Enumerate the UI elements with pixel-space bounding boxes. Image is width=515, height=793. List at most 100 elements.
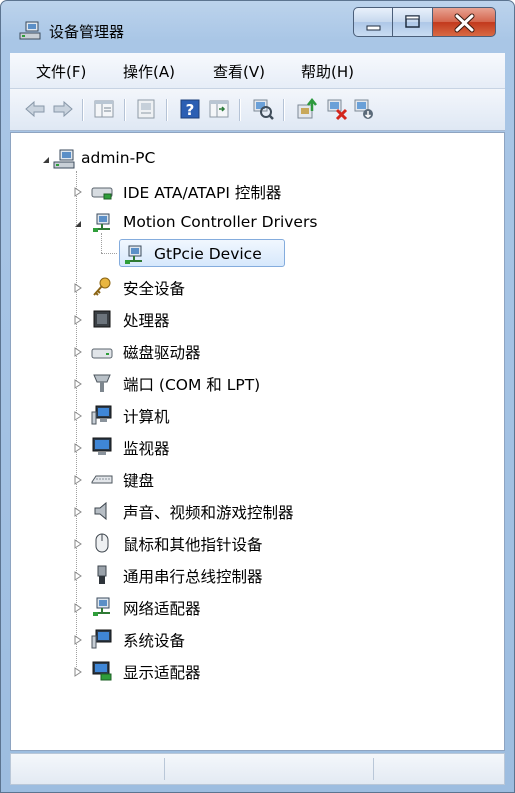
tree-item-sound-video-game[interactable]: 声音、视频和游戏控制器 (11, 499, 491, 523)
tree-root-admin-pc[interactable]: admin-PC (11, 147, 491, 171)
tree-item-mice[interactable]: 鼠标和其他指针设备 (11, 531, 491, 555)
tree-item-label: 网络适配器 (123, 600, 201, 618)
tree-item-label: Motion Controller Drivers (123, 213, 318, 231)
toolbar: ? (10, 89, 505, 131)
expand-arrow-icon[interactable] (73, 187, 83, 197)
expand-arrow-icon[interactable] (73, 283, 83, 293)
tree-item-label: 通用串行总线控制器 (123, 568, 263, 586)
show-hide-tree-icon[interactable] (92, 97, 116, 121)
menu-help[interactable]: 帮助(H) (301, 61, 354, 82)
tree-item-motion-controller-drivers[interactable]: Motion Controller Drivers (11, 211, 491, 235)
uninstall-icon[interactable] (325, 97, 349, 121)
tree-item-display-adapters[interactable]: 显示适配器 (11, 659, 491, 683)
expand-arrow-icon[interactable] (73, 635, 83, 645)
device-tree[interactable]: admin-PC IDE ATA/ATAPI 控制器 Motion Contro… (10, 132, 505, 751)
display-adapter-icon (92, 661, 112, 681)
back-arrow-icon[interactable] (23, 97, 47, 121)
tree-item-label: 处理器 (123, 312, 170, 330)
status-bar-pane (164, 758, 372, 780)
network-device-icon (125, 245, 142, 264)
tree-item-ports[interactable]: 端口 (COM 和 LPT) (11, 371, 491, 395)
minimize-button[interactable] (353, 7, 393, 37)
tree-item-ide-ata[interactable]: IDE ATA/ATAPI 控制器 (11, 179, 491, 203)
expand-arrow-icon[interactable] (73, 347, 83, 357)
close-icon (454, 13, 475, 33)
tree-item-label: 计算机 (123, 408, 170, 426)
device-manager-window: 设备管理器 文件(F) 操作(A) 查看(V) 帮助(H) ? admin-PC… (0, 0, 515, 793)
scan-hardware-icon[interactable] (251, 97, 275, 121)
toolbar-separator (239, 99, 240, 121)
expand-arrow-icon[interactable] (73, 443, 83, 453)
tree-item-network-adapters[interactable]: 网络适配器 (11, 595, 491, 619)
speaker-icon (94, 501, 107, 521)
tree-item-security-devices[interactable]: 安全设备 (11, 275, 491, 299)
tree-item-label: 监视器 (123, 440, 170, 458)
device-manager-app-icon (19, 21, 41, 40)
expand-arrow-icon[interactable] (73, 315, 83, 325)
status-bar-pane (373, 758, 503, 780)
tree-item-processors[interactable]: 处理器 (11, 307, 491, 331)
minimize-icon (366, 25, 381, 31)
usb-icon (97, 565, 107, 584)
system-device-icon (91, 629, 112, 649)
svg-text:?: ? (186, 101, 195, 119)
toolbar-separator (82, 99, 83, 121)
status-bar (10, 753, 505, 785)
expand-arrow-icon[interactable] (73, 379, 83, 389)
expand-arrow-icon[interactable] (73, 667, 83, 677)
expand-arrow-icon[interactable] (73, 603, 83, 613)
tree-item-label: 声音、视频和游戏控制器 (123, 504, 294, 522)
tree-item-gtpcie-device[interactable]: GtPcie Device (11, 243, 491, 267)
maximize-button[interactable] (393, 7, 433, 37)
computer-monitor-icon (91, 405, 112, 425)
toolbar-separator (124, 99, 125, 121)
keyboard-icon (91, 475, 113, 484)
expand-arrow-icon[interactable] (73, 411, 83, 421)
toolbar-separator (283, 99, 284, 121)
window-title: 设备管理器 (49, 23, 125, 41)
computer-icon (53, 149, 75, 169)
expand-arrow-icon[interactable] (73, 539, 83, 549)
tree-item-disk-drives[interactable]: 磁盘驱动器 (11, 339, 491, 363)
disk-drive-icon (91, 348, 113, 359)
tree-item-label: 键盘 (123, 472, 155, 490)
tree-item-usb-controllers[interactable]: 通用串行总线控制器 (11, 563, 491, 587)
tree-item-label: 安全设备 (123, 280, 186, 298)
menu-view[interactable]: 查看(V) (213, 61, 265, 82)
processor-icon (93, 310, 111, 328)
tree-item-system-devices[interactable]: 系统设备 (11, 627, 491, 651)
tree-item-label: 端口 (COM 和 LPT) (123, 376, 261, 394)
tree-item-keyboards[interactable]: 键盘 (11, 467, 491, 491)
title-bar[interactable]: 设备管理器 (1, 1, 514, 53)
network-adapter-icon (93, 597, 110, 616)
toolbar-separator (166, 99, 167, 121)
update-view-icon[interactable] (207, 97, 231, 121)
collapse-arrow-icon[interactable] (73, 219, 83, 229)
close-button[interactable] (433, 7, 496, 37)
forward-arrow-icon[interactable] (51, 97, 75, 121)
menu-file[interactable]: 文件(F) (36, 61, 86, 82)
disable-device-icon[interactable] (352, 97, 376, 121)
expand-arrow-icon[interactable] (73, 571, 83, 581)
tree-item-label: IDE ATA/ATAPI 控制器 (123, 184, 282, 202)
tree-item-label: 系统设备 (123, 632, 186, 650)
tree-item-label: 显示适配器 (123, 664, 201, 682)
help-icon[interactable]: ? (178, 97, 202, 121)
security-key-icon (93, 277, 111, 296)
port-icon (93, 374, 111, 392)
expand-arrow-icon[interactable] (73, 475, 83, 485)
update-driver-icon[interactable] (295, 97, 319, 121)
maximize-icon (405, 15, 420, 28)
menu-action[interactable]: 操作(A) (123, 61, 175, 82)
network-device-icon (93, 213, 110, 232)
tree-item-label: 磁盘驱动器 (123, 344, 201, 362)
menu-bar: 文件(F) 操作(A) 查看(V) 帮助(H) (10, 53, 505, 89)
tree-root-label: admin-PC (81, 149, 156, 167)
properties-icon[interactable] (134, 97, 158, 121)
tree-item-computer[interactable]: 计算机 (11, 403, 491, 427)
tree-item-monitors[interactable]: 监视器 (11, 435, 491, 459)
ide-controller-icon (91, 187, 113, 200)
collapse-arrow-icon[interactable] (41, 155, 51, 165)
monitor-icon (92, 437, 112, 455)
expand-arrow-icon[interactable] (73, 507, 83, 517)
